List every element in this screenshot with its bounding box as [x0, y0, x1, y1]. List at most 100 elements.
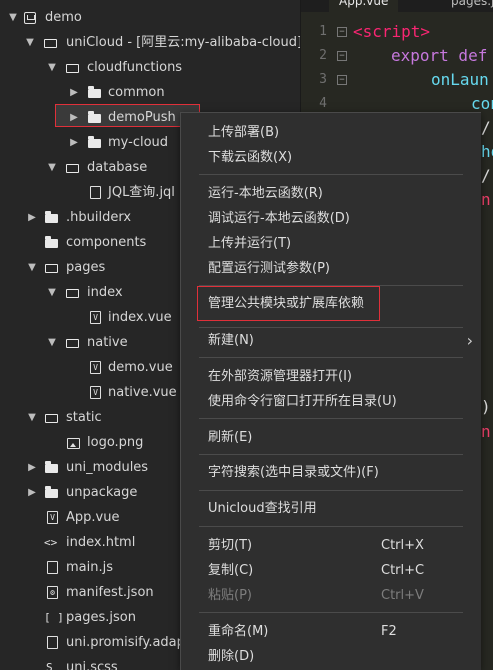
- menu-separator: [199, 612, 463, 613]
- chevron-down-icon[interactable]: ▼: [6, 5, 20, 30]
- folder-open-icon: [45, 264, 58, 273]
- chevron-right-icon[interactable]: ▶: [67, 130, 81, 155]
- menu-item-label: 重命名(M): [208, 624, 269, 639]
- menu-item-find-references[interactable]: Unicloud查找引用: [181, 496, 481, 521]
- folder-open-icon: [66, 339, 79, 348]
- menu-item-paste[interactable]: 粘贴(P) Ctrl+V: [181, 583, 481, 608]
- code-line: n: [481, 190, 491, 209]
- folder-icon: [45, 486, 58, 498]
- tree-item-label: cloudfunctions: [87, 60, 183, 75]
- menu-item-manage-dependencies[interactable]: 管理公共模块或扩展库依赖: [181, 291, 481, 316]
- tab-pages-json[interactable]: pages.json: [441, 0, 493, 12]
- menu-separator: [199, 357, 463, 358]
- tree-item-label: uniCloud - [阿里云:my-alibaba-cloud]: [66, 35, 300, 50]
- tree-item-unicloud[interactable]: ▼ uniCloud - [阿里云:my-alibaba-cloud]: [0, 30, 300, 55]
- chevron-down-icon[interactable]: ▼: [23, 30, 37, 55]
- menu-item-copy[interactable]: 复制(C) Ctrl+C: [181, 558, 481, 583]
- chevron-right-icon[interactable]: ▶: [67, 105, 81, 130]
- js-file-icon: [47, 561, 58, 574]
- tree-item-label: database: [87, 160, 148, 175]
- code-line: export def: [391, 44, 487, 68]
- chevron-down-icon[interactable]: ▼: [45, 280, 59, 305]
- manifest-file-icon: ⚙: [47, 586, 58, 599]
- chevron-down-icon[interactable]: ▼: [45, 330, 59, 355]
- vue-file-icon: V: [90, 311, 101, 324]
- fold-icon[interactable]: −: [337, 27, 347, 37]
- folder-icon: [45, 461, 58, 473]
- menu-item-debug-local[interactable]: 调试运行-本地云函数(D): [181, 206, 481, 231]
- menu-item-rename[interactable]: 重命名(M) F2: [181, 619, 481, 644]
- menu-item-label: 字符搜索(选中目录或文件)(F): [208, 465, 379, 480]
- tree-item-label: unpackage: [66, 485, 138, 500]
- menu-item-download-function[interactable]: 下载云函数(X): [181, 145, 481, 170]
- folder-icon: [45, 211, 58, 223]
- jql-file-icon: [90, 186, 101, 199]
- menu-item-label: 在外部资源管理器打开(I): [208, 369, 352, 384]
- chevron-right-icon[interactable]: ▶: [25, 480, 39, 505]
- menu-item-label: 上传部署(B): [208, 125, 280, 140]
- menu-item-config-test-params[interactable]: 配置运行测试参数(P): [181, 256, 481, 281]
- json-file-icon: [ ]: [44, 611, 64, 624]
- menu-item-text-search[interactable]: 字符搜索(选中目录或文件)(F): [181, 460, 481, 485]
- tab-app-vue[interactable]: App.vue: [329, 0, 399, 12]
- tree-item-label: common: [108, 85, 165, 100]
- submenu-arrow-icon: ›: [466, 331, 473, 350]
- menu-item-open-in-terminal[interactable]: 使用命令行窗口打开所在目录(U): [181, 389, 481, 414]
- chevron-down-icon[interactable]: ▼: [45, 55, 59, 80]
- menu-item-run-local[interactable]: 运行-本地云函数(R): [181, 181, 481, 206]
- chevron-right-icon[interactable]: ▶: [67, 80, 81, 105]
- menu-item-label: 下载云函数(X): [208, 150, 293, 165]
- menu-item-open-in-explorer[interactable]: 在外部资源管理器打开(I): [181, 364, 481, 389]
- chevron-down-icon[interactable]: ▼: [25, 405, 39, 430]
- vue-file-icon: V: [47, 511, 58, 524]
- js-file-icon: [47, 636, 58, 649]
- image-file-icon: [67, 438, 80, 449]
- vue-file-icon: V: [90, 386, 101, 399]
- code-line: n: [481, 422, 491, 441]
- tree-item-label: index.html: [66, 535, 136, 550]
- menu-item-delete[interactable]: 删除(D): [181, 644, 481, 669]
- menu-item-label: 复制(C): [208, 563, 254, 578]
- project-icon: [24, 12, 36, 24]
- tree-item-label: static: [66, 410, 102, 425]
- code-keyword: export: [391, 46, 449, 65]
- menu-separator: [199, 174, 463, 175]
- css-file-icon: S: [46, 661, 53, 670]
- folder-open-icon: [44, 39, 57, 48]
- tree-item-label: App.vue: [66, 510, 120, 525]
- menu-item-label: Unicloud查找引用: [208, 501, 317, 516]
- chevron-right-icon[interactable]: ▶: [25, 205, 39, 230]
- folder-open-icon: [66, 64, 79, 73]
- fold-icon[interactable]: −: [337, 51, 347, 61]
- menu-item-label: 上传并运行(T): [208, 236, 292, 251]
- menu-item-refresh[interactable]: 刷新(E): [181, 425, 481, 450]
- editor-tabbar: App.vue pages.json: [301, 0, 493, 12]
- menu-separator: [199, 454, 463, 455]
- folder-icon: [88, 111, 101, 123]
- fold-icon[interactable]: −: [337, 75, 347, 85]
- menu-item-shortcut: Ctrl+C: [381, 563, 425, 578]
- menu-item-upload-run[interactable]: 上传并运行(T): [181, 231, 481, 256]
- tree-item-label: main.js: [66, 560, 113, 575]
- menu-item-shortcut: F2: [381, 624, 397, 639]
- chevron-down-icon[interactable]: ▼: [25, 255, 39, 280]
- menu-item-shortcut: Ctrl+X: [381, 538, 424, 553]
- menu-item-cut[interactable]: 剪切(T) Ctrl+X: [181, 533, 481, 558]
- code-line: ): [481, 397, 491, 416]
- chevron-down-icon[interactable]: ▼: [45, 155, 59, 180]
- menu-item-label: 新建(N): [208, 333, 254, 348]
- menu-item-label: 剪切(T): [208, 538, 253, 553]
- line-number: 2: [319, 48, 327, 63]
- tree-item-common[interactable]: ▶ common: [0, 80, 300, 105]
- html-file-icon: <>: [44, 536, 58, 549]
- code-line: <script>: [353, 22, 431, 41]
- chevron-right-icon[interactable]: ▶: [25, 455, 39, 480]
- tree-item-cloudfunctions[interactable]: ▼ cloudfunctions: [0, 55, 300, 80]
- menu-item-new[interactable]: 新建(N) ›: [181, 328, 481, 353]
- tree-item-demo[interactable]: ▼ demo: [0, 5, 300, 30]
- menu-item-upload-deploy[interactable]: 上传部署(B): [181, 120, 481, 145]
- menu-item-label: 删除(D): [208, 649, 255, 664]
- menu-item-label: 管理公共模块或扩展库依赖: [208, 296, 365, 311]
- menu-item-label: 调试运行-本地云函数(D): [208, 211, 350, 226]
- code-text: def: [448, 46, 488, 65]
